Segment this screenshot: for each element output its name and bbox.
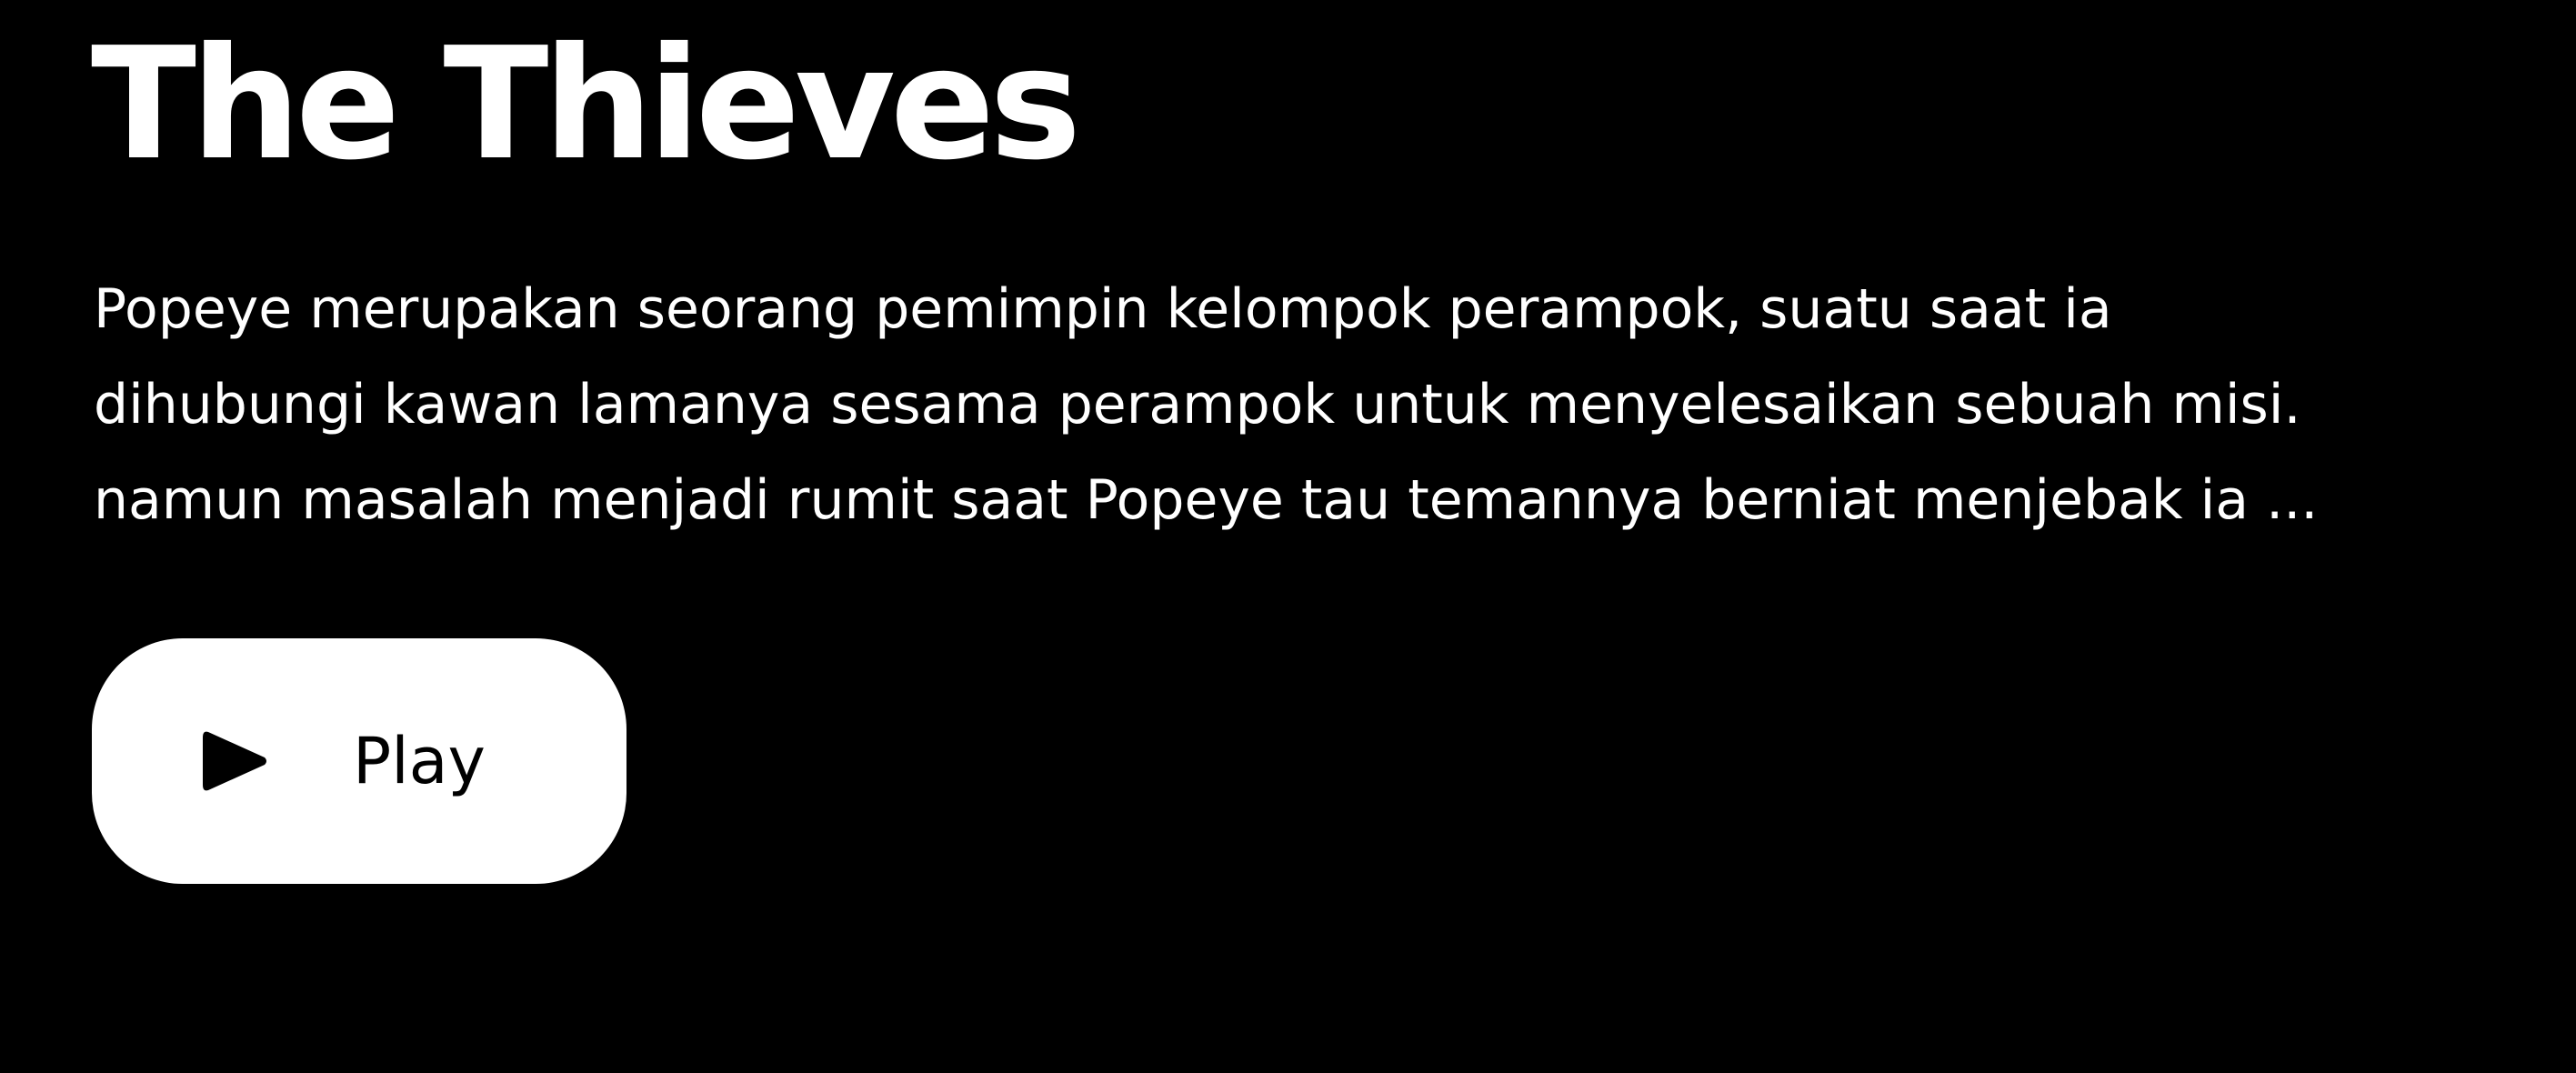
page-title: The Thieves bbox=[91, 15, 1081, 195]
synopsis: Popeye merupakan seorang pemimpin kelomp… bbox=[94, 262, 2367, 548]
synopsis-line: namun masalah menjadi rumit saat Popeye … bbox=[94, 468, 2319, 532]
title-detail-hero: The Thieves Popeye merupakan seorang pem… bbox=[0, 0, 2576, 1073]
synopsis-line: Popeye merupakan seorang pemimpin kelomp… bbox=[94, 277, 2112, 341]
play-button-label: Play bbox=[353, 724, 486, 798]
synopsis-line: dihubungi kawan lamanya sesama perampok … bbox=[94, 373, 2301, 436]
play-button[interactable]: Play bbox=[92, 638, 626, 884]
play-icon bbox=[203, 731, 266, 791]
